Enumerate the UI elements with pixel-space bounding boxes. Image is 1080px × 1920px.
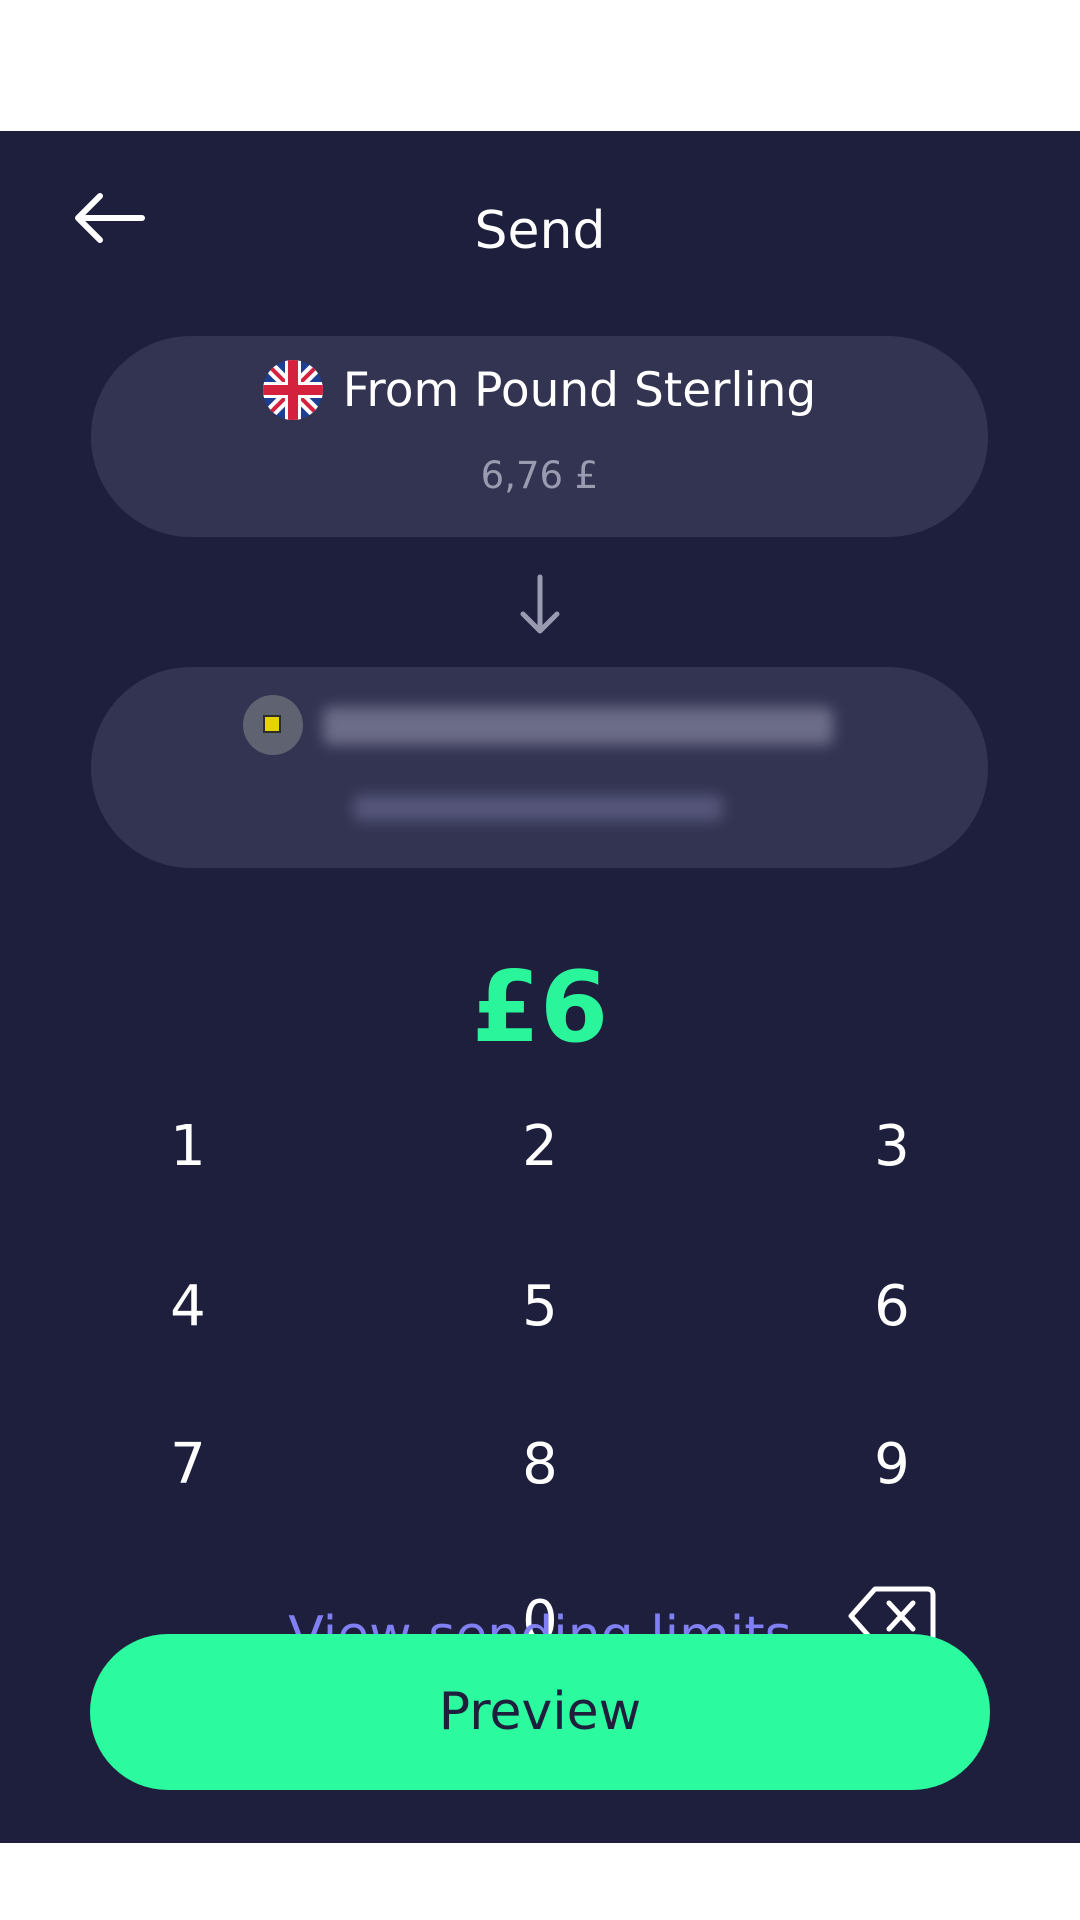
from-account-header: From Pound Sterling (91, 360, 988, 420)
key-4[interactable]: 4 (98, 1261, 278, 1351)
page-title: Send (474, 201, 606, 261)
from-account-card[interactable]: From Pound Sterling 6,76 £ (91, 336, 988, 537)
key-6[interactable]: 6 (802, 1261, 982, 1351)
preview-button[interactable]: Preview (90, 1634, 990, 1790)
to-recipient-card[interactable] (91, 667, 988, 868)
key-1[interactable]: 1 (98, 1101, 278, 1191)
uk-flag-icon (262, 360, 323, 420)
key-5[interactable]: 5 (450, 1261, 630, 1351)
recipient-name-redacted (323, 707, 833, 745)
from-account-label: From Pound Sterling (342, 362, 817, 418)
send-screen: Send From Pound Sterling 6,76 £ £6 1 2 3… (0, 131, 1080, 1843)
recipient-avatar-icon (243, 695, 303, 755)
from-account-balance: 6,76 £ (480, 454, 599, 497)
arrow-down-icon (520, 574, 560, 634)
recipient-details-redacted (353, 795, 723, 821)
key-3[interactable]: 3 (802, 1101, 982, 1191)
amount-display: £6 (471, 951, 609, 1065)
key-2[interactable]: 2 (450, 1101, 630, 1191)
key-7[interactable]: 7 (98, 1419, 278, 1509)
key-9[interactable]: 9 (802, 1419, 982, 1509)
key-8[interactable]: 8 (450, 1419, 630, 1509)
